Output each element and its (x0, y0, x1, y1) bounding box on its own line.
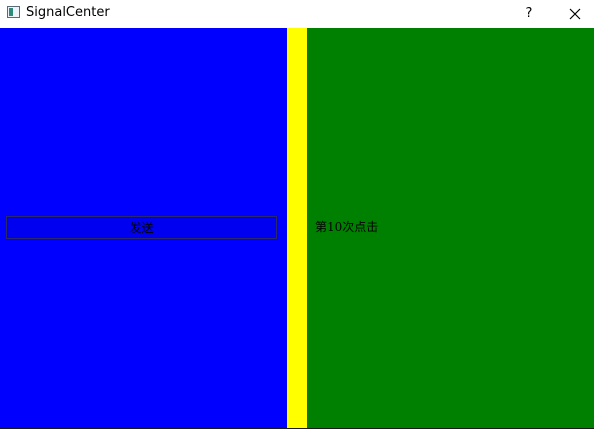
main-content: 发送 第10次点击 (0, 28, 594, 429)
title-bar: SignalCenter ? (0, 0, 594, 27)
right-panel: 第10次点击 (307, 28, 594, 428)
close-button[interactable] (556, 0, 594, 27)
help-label: ? (525, 6, 533, 21)
close-icon (569, 8, 581, 19)
click-count-label: 第10次点击 (315, 220, 379, 234)
splitter-handle[interactable] (287, 28, 307, 428)
help-button[interactable]: ? (513, 0, 545, 27)
send-button[interactable]: 发送 (6, 216, 277, 239)
signal-center-window: SignalCenter ? 发送 第10次点击 (0, 0, 594, 429)
left-panel: 发送 (0, 28, 287, 428)
window-title: SignalCenter (26, 5, 110, 20)
app-window-icon (7, 6, 20, 18)
